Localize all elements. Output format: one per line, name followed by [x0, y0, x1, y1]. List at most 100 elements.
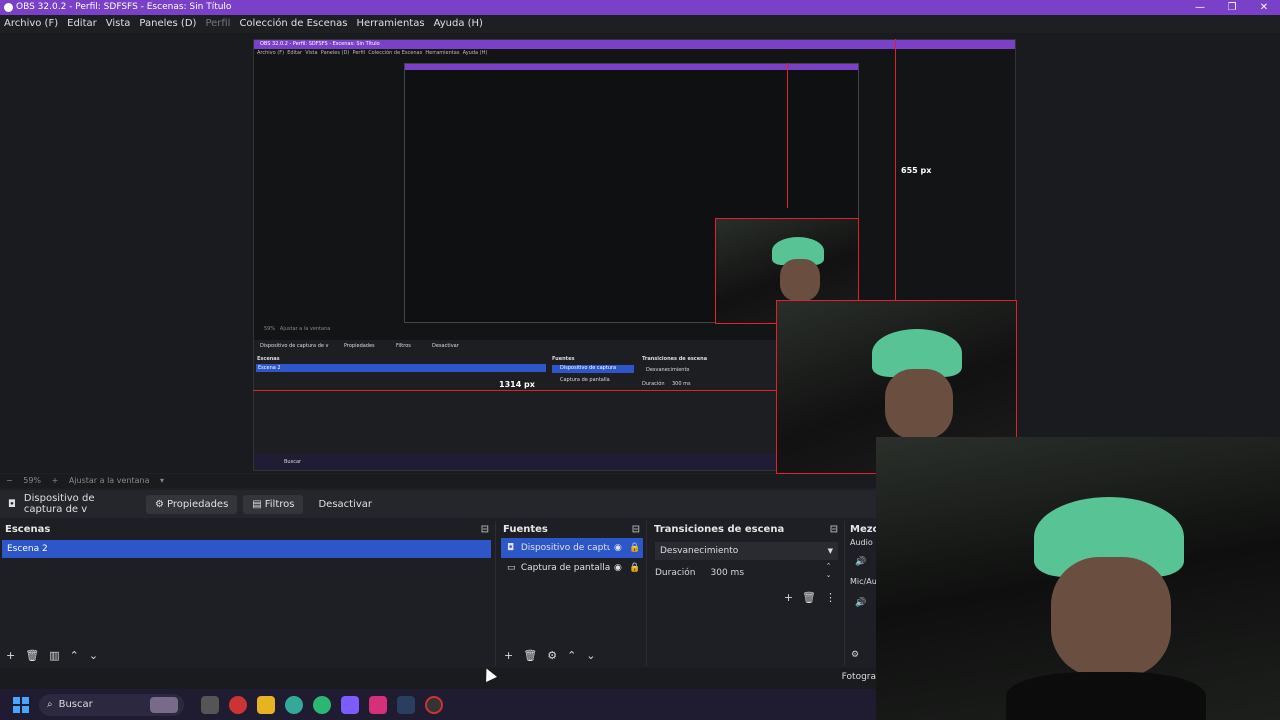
maximize-button[interactable]: ❐: [1216, 0, 1248, 15]
scenes-toolbar: + 🗑 ▥ ⌃ ⌄: [0, 644, 495, 666]
fps-label: Fotogra: [841, 672, 876, 682]
chevron-up-icon[interactable]: ⌃: [567, 649, 576, 662]
steam-icon[interactable]: [397, 695, 415, 714]
menu-paneles[interactable]: Paneles (D): [139, 15, 196, 33]
close-button[interactable]: ✕: [1248, 0, 1280, 15]
add-icon[interactable]: +: [784, 591, 793, 604]
fit-dropdown-icon[interactable]: ▾: [160, 476, 164, 485]
selected-source-name: Dispositivo de captura de v: [23, 493, 95, 515]
source-name: Dispositivo de captura: [520, 543, 610, 553]
selected-source: ◘ Dispositivo de captura de v: [0, 493, 140, 515]
face-shape: [885, 369, 953, 439]
duration-row: Duración 300 ms ⌃ ⌄: [655, 562, 838, 582]
eye-icon[interactable]: ◉: [610, 563, 627, 573]
add-icon[interactable]: +: [504, 649, 513, 662]
source-item[interactable]: ▭ Captura de pantalla ◉ 🔒: [501, 558, 643, 578]
taskbar-search-label: Buscar: [58, 699, 93, 710]
scenes-header: Escenas ⊟: [0, 521, 495, 538]
face-shape: [1051, 557, 1171, 677]
menu-archivo[interactable]: Archivo (F): [4, 15, 58, 33]
windows-start-icon[interactable]: [13, 696, 29, 713]
monitor-icon: ▭: [507, 563, 516, 573]
transition-type-select[interactable]: Desvanecimiento ▼: [655, 542, 838, 560]
source-item[interactable]: ◘ Dispositivo de captura ◉ 🔒: [501, 538, 643, 558]
app-icon[interactable]: [229, 695, 247, 714]
chevron-down-icon: ▼: [827, 547, 833, 555]
zoom-plus[interactable]: +: [52, 476, 59, 485]
mixer-channel-mic: Mic/Au: [850, 577, 876, 586]
duration-input[interactable]: 300 ms ⌃ ⌄: [705, 562, 836, 582]
nested-fit-label: Ajustar a la ventana: [279, 326, 331, 332]
scene-item[interactable]: Escena 2: [2, 540, 491, 558]
lock-icon[interactable]: 🔒: [626, 543, 643, 553]
deactivate-button[interactable]: Desactivar: [309, 495, 381, 514]
nested-duration-value: 300 ms: [672, 381, 691, 387]
gear-icon: ⚙: [155, 498, 164, 510]
menu-ayuda[interactable]: Ayuda (H): [434, 15, 483, 33]
nested-zoom: 59% Ajustar a la ventana: [264, 326, 330, 332]
app-icon[interactable]: [341, 695, 359, 714]
instagram-icon[interactable]: [369, 695, 387, 714]
volume-icon[interactable]: 🔊: [847, 598, 876, 608]
nested-title: OBS 32.0.2 - Perfil: SDFSFS - Escenas: S…: [254, 40, 1015, 49]
menu-herramientas[interactable]: Herramientas: [356, 15, 424, 33]
preview-canvas[interactable]: OBS 32.0.2 - Perfil: SDFSFS - Escenas: S…: [0, 33, 1280, 474]
gear-icon[interactable]: ⚙: [547, 649, 557, 662]
camera-icon: ◘: [8, 498, 16, 510]
menu-perfil[interactable]: Perfil: [205, 15, 230, 33]
dock-menu-icon[interactable]: ⊟: [481, 521, 489, 538]
nested-zoom-value: 59%: [264, 326, 276, 332]
mixer-dock: Mezcl Audio 🔊 Mic/Au 🔊 ⚙: [847, 521, 876, 666]
menu-editar[interactable]: Editar: [67, 15, 97, 33]
nested-props: Propiedades: [344, 343, 375, 349]
nested-menu-item: Vista: [305, 50, 318, 56]
dock-menu-icon[interactable]: ⊟: [830, 521, 838, 538]
properties-label: Propiedades: [166, 498, 229, 510]
taskbar-search[interactable]: ⌕ Buscar: [39, 693, 184, 716]
fit-window[interactable]: Ajustar a la ventana: [69, 476, 150, 485]
nested-menu-item: Colección de Escenas: [368, 50, 423, 56]
duration-label: Duración: [655, 568, 696, 578]
mixer-settings-icon[interactable]: ⚙: [851, 650, 859, 660]
chevron-down-icon[interactable]: ⌄: [89, 649, 98, 662]
webcam-overlay: [876, 437, 1280, 720]
trash-icon[interactable]: 🗑: [802, 591, 816, 604]
menu-bar: Archivo (F) Editar Vista Paneles (D) Per…: [0, 15, 1280, 33]
task-view-icon[interactable]: [201, 695, 219, 714]
obs-icon[interactable]: [425, 695, 443, 714]
trash-icon[interactable]: 🗑: [25, 649, 39, 662]
eye-icon[interactable]: ◉: [610, 543, 627, 553]
menu-coleccion[interactable]: Colección de Escenas: [239, 15, 347, 33]
nested-menu-item: Archivo (F): [257, 50, 285, 56]
nested-filters: Filtros: [396, 343, 411, 349]
chevron-up-icon[interactable]: ⌃: [70, 649, 79, 662]
chevron-down-icon[interactable]: ⌄: [586, 649, 595, 662]
transitions-dock: Transiciones de escena ⊟ Desvanecimiento…: [649, 521, 845, 666]
sources-toolbar: + 🗑 ⚙ ⌃ ⌄: [498, 644, 646, 666]
nested-source-label: Dispositivo de captura de v: [260, 343, 329, 349]
lock-icon[interactable]: 🔒: [626, 563, 643, 573]
trash-icon[interactable]: 🗑: [523, 649, 537, 662]
volume-icon[interactable]: 🔊: [847, 557, 876, 567]
nested-search: Buscar: [284, 459, 302, 465]
properties-button[interactable]: ⚙ Propiedades: [146, 494, 238, 514]
filters-label: Filtros: [264, 498, 295, 510]
menu-vista[interactable]: Vista: [106, 15, 131, 33]
zoom-minus[interactable]: −: [6, 476, 13, 485]
filters-button[interactable]: ▤ Filtros: [243, 494, 304, 514]
spin-arrows-icon[interactable]: ⌃ ⌄: [826, 562, 832, 580]
filter-icon[interactable]: ▥: [49, 649, 59, 662]
mixer-header: Mezcl: [850, 524, 876, 535]
chrome-icon[interactable]: [285, 695, 303, 714]
guide-vertical-line-inner: [787, 63, 788, 208]
more-options-icon[interactable]: ⋮: [825, 591, 836, 604]
minimize-button[interactable]: —: [1184, 0, 1216, 15]
whatsapp-icon[interactable]: [313, 695, 331, 714]
nested-deactivate: Desactivar: [432, 343, 459, 349]
nested-inner-titlebar: [405, 64, 858, 70]
scenes-dock: Escenas ⊟ Escena 2 + 🗑 ▥ ⌃ ⌄: [0, 521, 496, 666]
add-icon[interactable]: +: [6, 649, 15, 662]
dock-menu-icon[interactable]: ⊟: [632, 521, 640, 538]
zoom-level: 59%: [23, 476, 42, 485]
file-explorer-icon[interactable]: [257, 695, 275, 714]
